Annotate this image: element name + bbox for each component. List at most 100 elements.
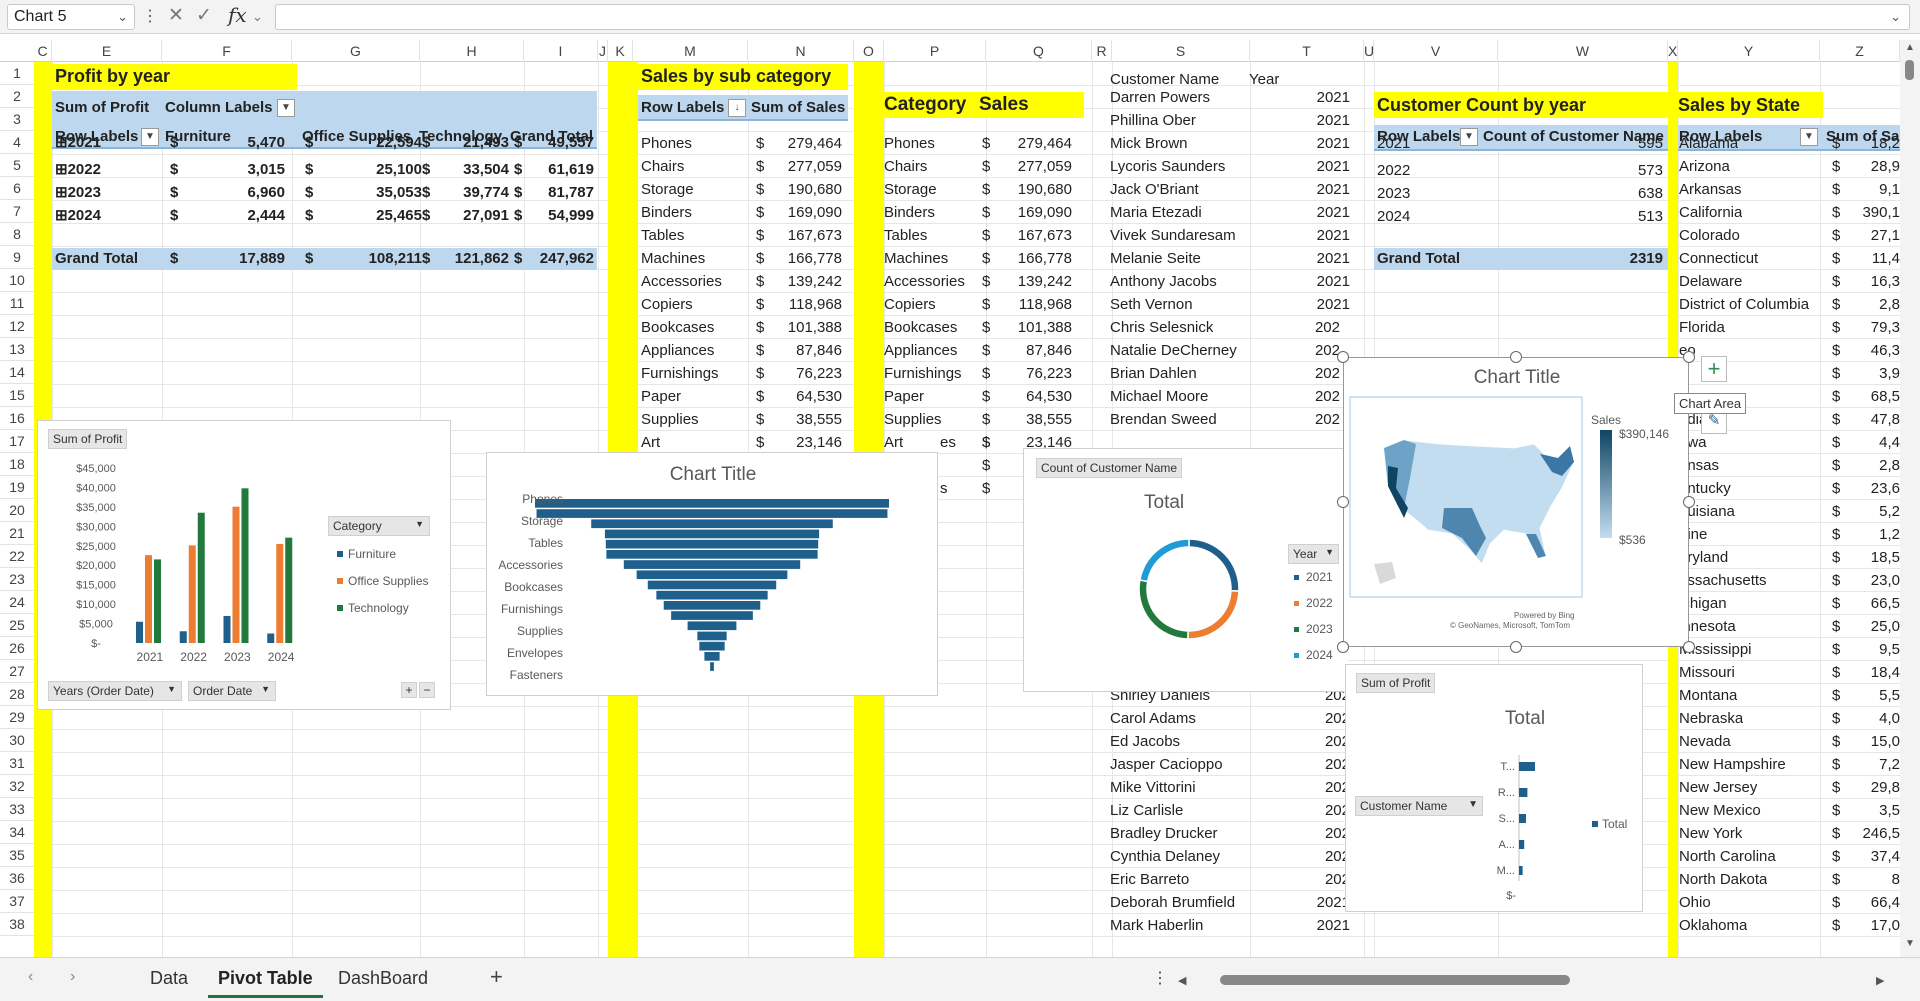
pivot-row-year[interactable]: ⊞2024 [55, 206, 101, 226]
row-header[interactable]: 6 [0, 177, 34, 200]
row-header[interactable]: 32 [0, 775, 34, 798]
prev-sheet-icon[interactable]: ‹ [28, 968, 33, 986]
row-header[interactable]: 23 [0, 568, 34, 591]
tab-dashboard[interactable]: DashBoard [328, 962, 438, 995]
column-header-s[interactable]: S [1112, 40, 1250, 62]
column-header-o[interactable]: O [854, 40, 884, 62]
horizontal-scroll-thumb[interactable] [1220, 975, 1570, 985]
expand-field-button[interactable]: + [401, 682, 417, 698]
row-header[interactable]: 36 [0, 867, 34, 890]
column-header-u[interactable]: U [1364, 40, 1374, 62]
row-header[interactable]: 12 [0, 315, 34, 338]
row-header[interactable]: 28 [0, 683, 34, 706]
column-header-g[interactable]: G [292, 40, 420, 62]
row-header[interactable]: 1 [0, 62, 34, 85]
scroll-up-icon[interactable]: ▲ [1905, 42, 1915, 53]
row-labels-filter-icon[interactable]: ▼ [1460, 128, 1478, 146]
sort-desc-icon[interactable]: ↓ [728, 99, 746, 117]
column-header-e[interactable]: E [52, 40, 162, 62]
column-labels-filter-icon[interactable]: ▼ [277, 99, 295, 117]
enter-icon[interactable]: ✓ [196, 4, 212, 27]
row-header[interactable]: 13 [0, 338, 34, 361]
row-header[interactable]: 29 [0, 706, 34, 729]
sales-funnel-chart[interactable]: Chart Title Phones Storage Tables Accessori… [486, 452, 938, 696]
column-header-z[interactable]: Z [1820, 40, 1900, 62]
scroll-down-icon[interactable]: ▼ [1905, 938, 1915, 949]
cancel-icon[interactable]: ✕ [168, 4, 184, 27]
years-order-date-button[interactable]: Years (Order Date) ▼ [48, 681, 182, 701]
row-header[interactable]: 16 [0, 407, 34, 430]
row-header[interactable]: 2 [0, 85, 34, 108]
column-header-f[interactable]: F [162, 40, 292, 62]
expand-formula-icon[interactable]: ⌄ [1890, 9, 1901, 25]
resize-handle[interactable] [1510, 641, 1522, 653]
scroll-left-icon[interactable]: ◀ [1178, 974, 1186, 987]
column-header-i[interactable]: I [524, 40, 598, 62]
row-header[interactable]: 10 [0, 269, 34, 292]
column-header-c[interactable]: C [34, 40, 52, 62]
chart-elements-plus-icon[interactable]: + [1701, 356, 1727, 382]
row-header[interactable]: 27 [0, 660, 34, 683]
fx-chevron-icon[interactable]: ⌄ [252, 9, 263, 25]
insert-function-icon[interactable]: fx [228, 3, 247, 27]
resize-handle[interactable] [1683, 351, 1695, 363]
row-header[interactable]: 34 [0, 821, 34, 844]
formula-input[interactable]: ⌄ [275, 4, 1910, 30]
column-header-n[interactable]: N [748, 40, 854, 62]
profit-column-chart[interactable]: Sum of Profit $45,000 $40,000 $35,000 $30,0… [37, 420, 451, 710]
more-options-icon[interactable]: ⋮ [142, 6, 158, 26]
row-header[interactable]: 5 [0, 154, 34, 177]
resize-handle[interactable] [1337, 641, 1349, 653]
row-header[interactable]: 14 [0, 361, 34, 384]
column-header-q[interactable]: Q [986, 40, 1092, 62]
row-header[interactable]: 20 [0, 499, 34, 522]
row-header[interactable]: 9 [0, 246, 34, 269]
row-header[interactable]: 7 [0, 200, 34, 223]
row-header[interactable]: 19 [0, 476, 34, 499]
pivot-row-year[interactable]: ⊞2022 [55, 160, 101, 180]
column-header-k[interactable]: K [608, 40, 633, 62]
row-header[interactable]: 31 [0, 752, 34, 775]
row-header[interactable]: 26 [0, 637, 34, 660]
row-header[interactable]: 3 [0, 108, 34, 131]
collapse-field-button[interactable]: − [419, 682, 435, 698]
resize-handle[interactable] [1337, 496, 1349, 508]
row-header[interactable]: 22 [0, 545, 34, 568]
add-sheet-icon[interactable]: + [490, 964, 503, 990]
row-header[interactable]: 8 [0, 223, 34, 246]
more-options-icon[interactable]: ⋮ [1152, 968, 1168, 988]
category-legend-filter[interactable]: Category ▼ [328, 516, 430, 536]
order-date-button[interactable]: Order Date ▼ [188, 681, 276, 701]
column-header-m[interactable]: M [633, 40, 748, 62]
column-header-h[interactable]: H [420, 40, 524, 62]
customer-profit-chart[interactable]: Sum of Profit Total Customer Name ▼ T... R… [1345, 664, 1643, 912]
row-header[interactable]: 18 [0, 453, 34, 476]
row-labels-filter-icon[interactable]: ▼ [1800, 128, 1818, 146]
resize-handle[interactable] [1337, 351, 1349, 363]
resize-handle[interactable] [1683, 641, 1695, 653]
row-header[interactable]: 17 [0, 430, 34, 453]
row-header[interactable]: 37 [0, 890, 34, 913]
pivot-row-year[interactable]: ⊞2021 [55, 133, 101, 153]
row-header[interactable]: 15 [0, 384, 34, 407]
chevron-down-icon[interactable]: ⌄ [117, 9, 128, 25]
customer-count-donut-chart[interactable]: Count of Customer Name Total 2021 2022 202… [1023, 448, 1348, 692]
vertical-scroll-thumb[interactable] [1905, 60, 1914, 80]
column-header-p[interactable]: P [884, 40, 986, 62]
row-header[interactable]: 4 [0, 131, 34, 154]
column-header-x[interactable]: X [1668, 40, 1678, 62]
resize-handle[interactable] [1683, 496, 1695, 508]
year-legend-filter[interactable]: Year ▼ [1288, 544, 1339, 564]
scroll-right-icon[interactable]: ▶ [1876, 974, 1884, 987]
row-header[interactable]: 30 [0, 729, 34, 752]
vertical-scrollbar[interactable]: ▲ ▼ [1900, 40, 1920, 957]
row-header[interactable]: 35 [0, 844, 34, 867]
column-header-w[interactable]: W [1498, 40, 1668, 62]
sales-map-chart[interactable]: Chart Title Sales $390,146 $536 Powered … [1343, 357, 1689, 647]
row-header[interactable]: 38 [0, 913, 34, 936]
next-sheet-icon[interactable]: › [70, 968, 75, 986]
column-header-j[interactable]: J [598, 40, 608, 62]
tab-data[interactable]: Data [140, 962, 198, 995]
row-header[interactable]: 21 [0, 522, 34, 545]
resize-handle[interactable] [1510, 351, 1522, 363]
